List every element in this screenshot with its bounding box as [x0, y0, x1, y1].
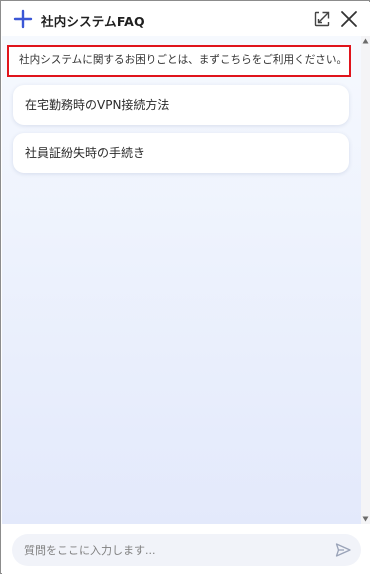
minimize-button[interactable]: [313, 10, 331, 28]
plus-icon: [13, 9, 33, 29]
chat-content: 社内システムに関するお困りごとは、まずこちらをご利用ください。 在宅勤務時のVP…: [2, 36, 361, 524]
question-input[interactable]: [24, 534, 324, 566]
scrollbar[interactable]: [361, 36, 370, 524]
faq-chat-window: 社内システムFAQ 社内システムに関するお困りごとは、まずこちらをご利用ください…: [0, 0, 370, 574]
faq-item-id-card[interactable]: 社員証紛失時の手続き: [13, 133, 349, 173]
send-button[interactable]: [334, 541, 352, 559]
close-icon: [341, 11, 357, 27]
close-button[interactable]: [339, 9, 359, 29]
minimize-icon: [314, 11, 330, 27]
page-title: 社内システムFAQ: [41, 14, 145, 29]
send-icon: [335, 543, 351, 557]
header: 社内システムFAQ: [2, 2, 370, 36]
new-chat-button[interactable]: [12, 8, 34, 30]
scroll-down-arrow-icon[interactable]: [362, 516, 369, 522]
faq-item-vpn[interactable]: 在宅勤務時のVPN接続方法: [13, 85, 349, 125]
scroll-up-arrow-icon[interactable]: [362, 38, 369, 44]
notice-message: 社内システムに関するお困りごとは、まずこちらをご利用ください。: [7, 45, 351, 77]
input-container: [12, 534, 361, 566]
footer: [2, 524, 370, 574]
